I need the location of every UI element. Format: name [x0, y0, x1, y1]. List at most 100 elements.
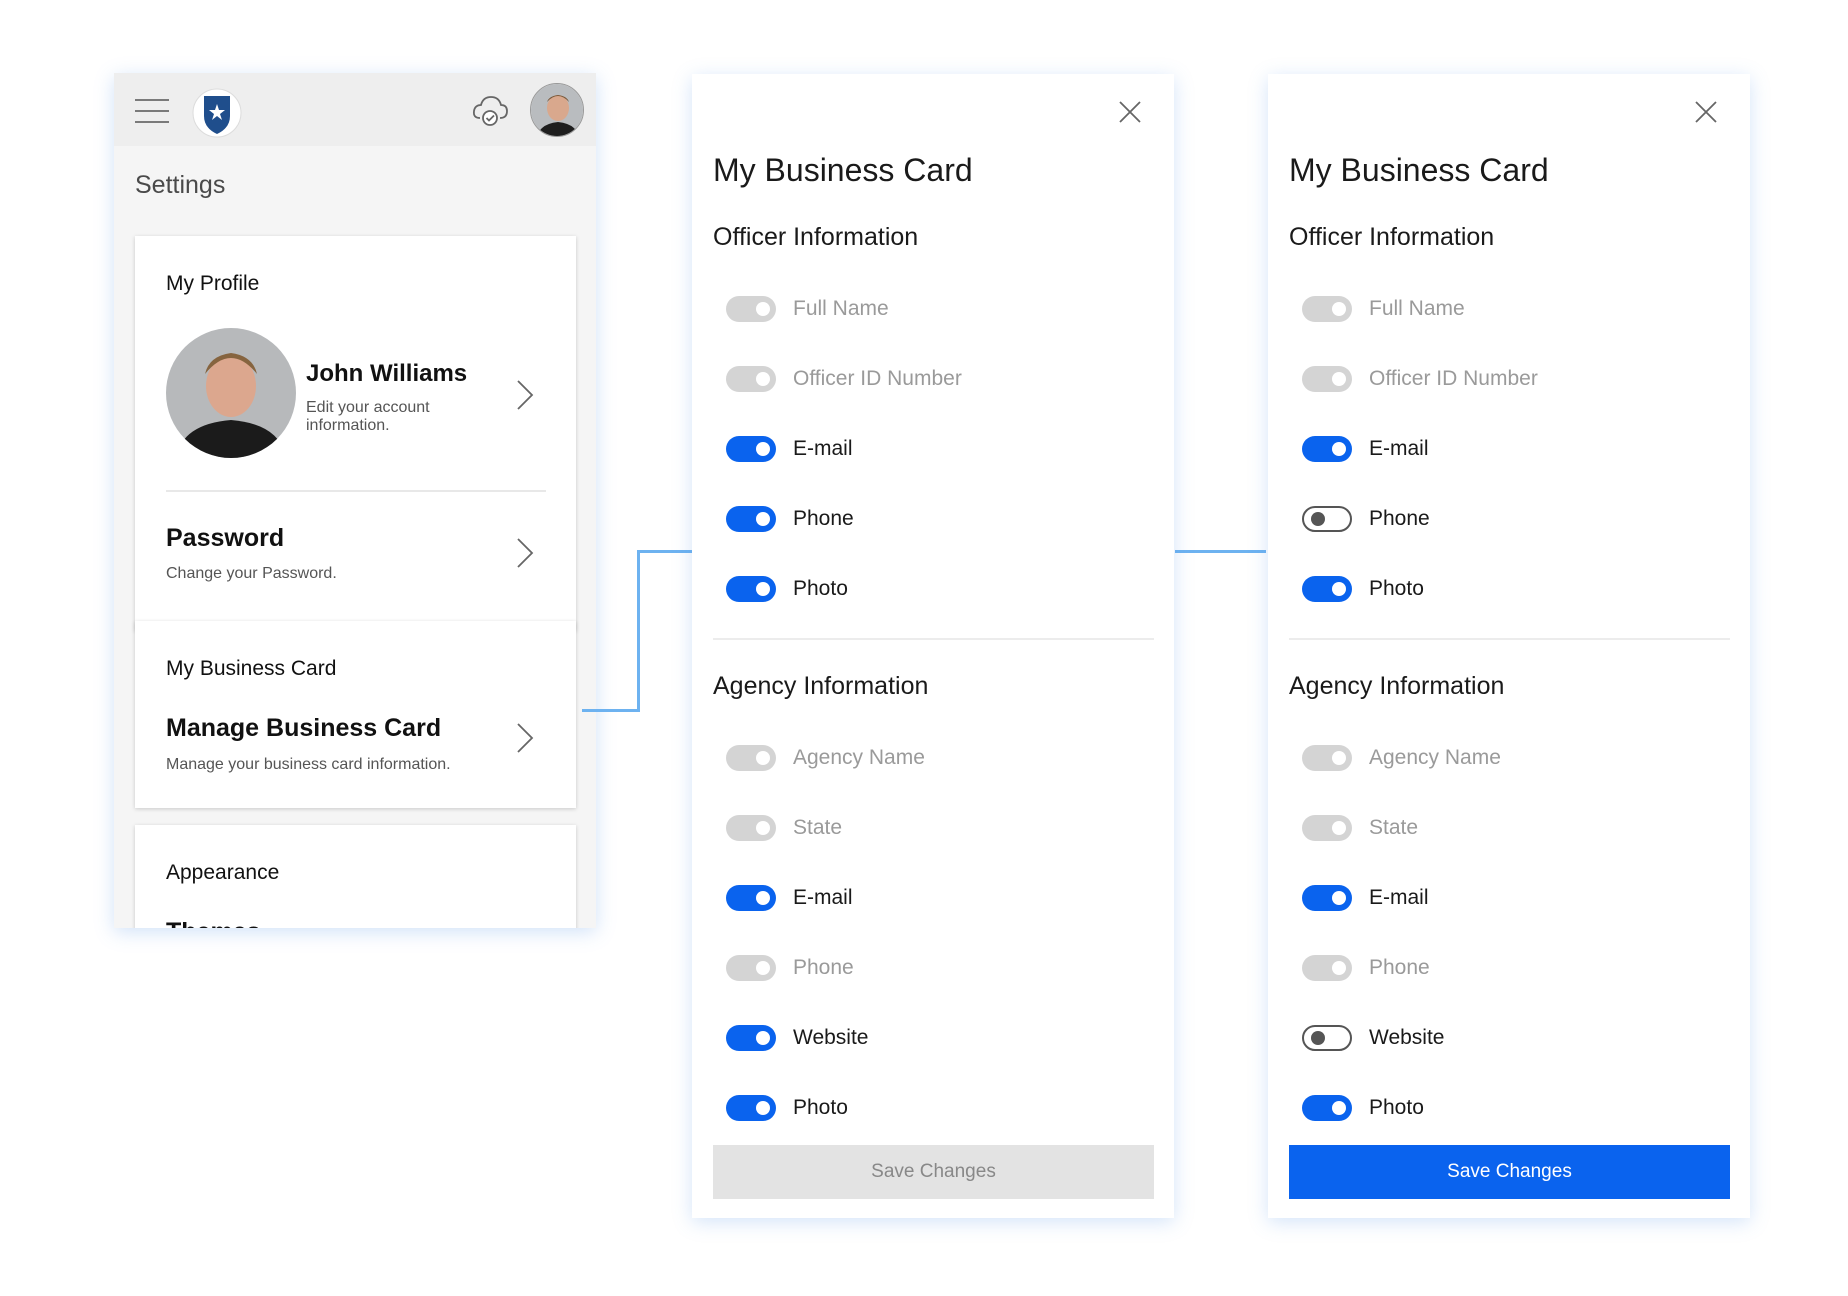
toggle-label: Photo: [1369, 1096, 1424, 1119]
toggle-switch[interactable]: [1302, 506, 1352, 532]
toggle-switch[interactable]: [726, 885, 776, 911]
toggle-label: Full Name: [1369, 297, 1465, 320]
close-icon[interactable]: [1694, 100, 1718, 124]
cloud-check-icon[interactable]: [470, 90, 510, 130]
business-card-panel-initial: My Business Card Officer Information Ful…: [692, 74, 1174, 1218]
section-divider: [713, 638, 1154, 640]
agency-section-heading: Agency Information: [713, 672, 929, 700]
toggle-switch[interactable]: [1302, 885, 1352, 911]
save-changes-button[interactable]: Save Changes: [1289, 1145, 1730, 1199]
police-badge-logo: [192, 88, 242, 138]
toggle-switch: [726, 815, 776, 841]
business-card-panel-edited: My Business Card Officer Information Ful…: [1268, 74, 1750, 1218]
agency-toggle-row: Photo: [1302, 1094, 1722, 1124]
profile-heading: My Profile: [166, 272, 260, 295]
toggle-label: Officer ID Number: [793, 367, 962, 390]
officer-toggle-row: Officer ID Number: [726, 365, 1146, 395]
toggle-label: Agency Name: [793, 746, 925, 769]
toggle-label: Agency Name: [1369, 746, 1501, 769]
toggle-knob: [756, 891, 770, 905]
toggle-knob: [1332, 751, 1346, 765]
toggle-switch: [1302, 296, 1352, 322]
flow-connector: [637, 550, 693, 553]
toggle-label: State: [1369, 816, 1419, 839]
officer-toggle-row: Photo: [726, 575, 1146, 605]
toggle-knob: [756, 1031, 770, 1045]
profile-photo: [166, 328, 296, 458]
toggle-switch: [726, 366, 776, 392]
toggle-switch: [1302, 745, 1352, 771]
toggle-switch[interactable]: [726, 506, 776, 532]
toggle-knob: [1332, 582, 1346, 596]
toggle-switch[interactable]: [1302, 1025, 1352, 1051]
toggle-switch: [1302, 815, 1352, 841]
toggle-switch[interactable]: [1302, 436, 1352, 462]
agency-toggle-row: Website: [1302, 1024, 1722, 1054]
toggle-knob: [756, 1101, 770, 1115]
panel-title: My Business Card: [713, 152, 973, 188]
card-divider: [166, 490, 546, 492]
toggle-label: Website: [793, 1026, 869, 1049]
agency-toggle-row: State: [726, 814, 1146, 844]
agency-toggle-row: Phone: [1302, 954, 1722, 984]
toggle-label: Phone: [793, 507, 854, 530]
toggle-label: State: [793, 816, 843, 839]
toggle-label: Photo: [793, 1096, 848, 1119]
profile-name[interactable]: John Williams: [306, 360, 467, 388]
toggle-knob: [1332, 821, 1346, 835]
toggle-switch: [1302, 366, 1352, 392]
agency-section-heading: Agency Information: [1289, 672, 1505, 700]
officer-toggle-row: Full Name: [1302, 295, 1722, 325]
chevron-right-icon[interactable]: [515, 378, 535, 412]
panel-title: My Business Card: [1289, 152, 1549, 188]
toggle-switch[interactable]: [726, 1025, 776, 1051]
toggle-label: E-mail: [1369, 886, 1429, 909]
settings-screen: Settings My Profile John Williams Edit y…: [114, 73, 596, 928]
top-app-bar: [114, 73, 596, 146]
toggle-knob: [756, 582, 770, 596]
toggle-switch[interactable]: [726, 1095, 776, 1121]
agency-toggle-row: Agency Name: [1302, 744, 1722, 774]
themes-title[interactable]: Themes: [166, 918, 260, 928]
user-avatar[interactable]: [530, 83, 584, 137]
toggle-label: E-mail: [1369, 437, 1429, 460]
toggle-switch[interactable]: [1302, 1095, 1352, 1121]
toggle-knob: [1332, 302, 1346, 316]
chevron-right-icon[interactable]: [515, 721, 535, 755]
agency-toggle-row: State: [1302, 814, 1722, 844]
toggle-switch[interactable]: [726, 576, 776, 602]
toggle-label: Phone: [793, 956, 854, 979]
password-title[interactable]: Password: [166, 524, 284, 553]
officer-toggle-row: Phone: [726, 505, 1146, 535]
toggle-knob: [756, 961, 770, 975]
manage-business-card-title[interactable]: Manage Business Card: [166, 714, 441, 743]
toggle-label: Phone: [1369, 507, 1430, 530]
manage-business-card-description: Manage your business card information.: [166, 756, 451, 773]
toggle-knob: [1311, 512, 1325, 526]
officer-toggle-row: Officer ID Number: [1302, 365, 1722, 395]
officer-toggle-row: Full Name: [726, 295, 1146, 325]
officer-toggle-row: E-mail: [1302, 435, 1722, 465]
toggle-knob: [1332, 442, 1346, 456]
business-card-settings[interactable]: My Business Card Manage Business Card Ma…: [135, 621, 576, 808]
toggle-knob: [1332, 891, 1346, 905]
toggle-knob: [756, 442, 770, 456]
officer-toggle-row: Photo: [1302, 575, 1722, 605]
agency-toggle-row: Phone: [726, 954, 1146, 984]
toggle-label: Photo: [1369, 577, 1424, 600]
save-changes-button[interactable]: Save Changes: [713, 1145, 1154, 1199]
toggle-switch: [1302, 955, 1352, 981]
toggle-label: Full Name: [793, 297, 889, 320]
toggle-switch[interactable]: [726, 436, 776, 462]
toggle-label: Officer ID Number: [1369, 367, 1538, 390]
agency-toggle-row: Photo: [726, 1094, 1146, 1124]
password-description: Change your Password.: [166, 565, 337, 582]
toggle-switch[interactable]: [1302, 576, 1352, 602]
chevron-right-icon[interactable]: [515, 536, 535, 570]
appearance-card[interactable]: Appearance Themes: [135, 825, 576, 928]
agency-toggle-row: Website: [726, 1024, 1146, 1054]
hamburger-icon[interactable]: [135, 99, 169, 123]
agency-toggle-row: Agency Name: [726, 744, 1146, 774]
profile-card: My Profile John Williams Edit your accou…: [135, 236, 576, 631]
close-icon[interactable]: [1118, 100, 1142, 124]
